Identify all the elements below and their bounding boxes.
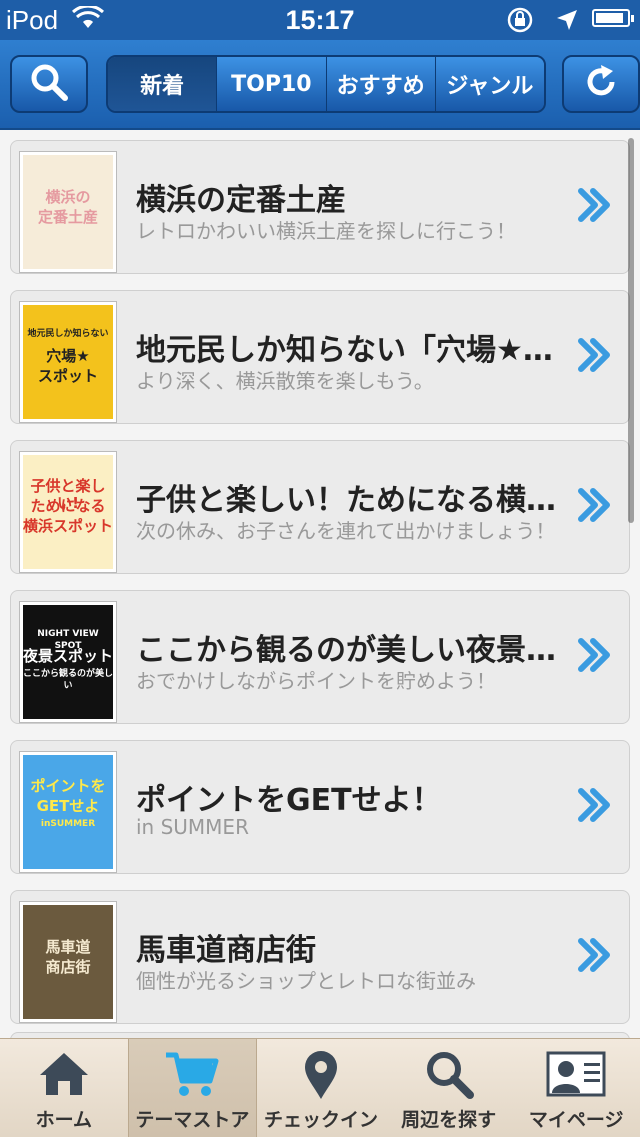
chevron-right-icon [577,635,613,679]
search-icon [29,62,69,106]
theme-subtitle: in SUMMER [136,815,249,839]
tab-label: マイページ [528,1109,624,1131]
rotation-lock-icon [506,7,536,38]
thumbnail-lettering: 横浜の [45,188,91,206]
theme-subtitle: 次の休み、お子さんを連れて出かけましょう！ [136,519,556,543]
tab-theme-store[interactable]: テーマストア [127,1039,258,1137]
thumbnail-lettering: inSUMMER [40,819,96,829]
theme-card[interactable]: ポイントを GETせよ inSUMMER ポイントをGETせよ！ in SUMMER [10,740,630,874]
thumbnail-lettering: 地元民しか知らない [27,329,109,339]
theme-card[interactable]: 地元民しか知らない穴場★ スポット 地元民しか知らない「穴場★スポット」 より深く… [10,290,630,424]
chevron-right-icon [577,185,613,229]
segment-label: 新着 [140,74,185,99]
tab-label: ホーム [35,1109,93,1131]
theme-subtitle: おでかけしながらポイントを貯めよう！ [136,669,496,693]
theme-card[interactable]: 馬車道 商店街 馬車道商店街 個性が光るショップとレトロな街並み [10,890,630,1024]
tab-checkin[interactable]: チェックイン [257,1039,385,1137]
theme-title: 横浜の定番土産 [136,183,346,218]
thumbnail-lettering: ポイントを [30,777,106,795]
segment-genre[interactable]: ジャンル [434,57,544,111]
refresh-icon [582,63,620,105]
home-icon [0,1049,128,1099]
thumbnail-lettering: GETせよ [36,797,100,815]
nav-bar: 新着 TOP10 おすすめ ジャンル [0,40,640,130]
theme-title: 馬車道商店街 [136,933,316,968]
segment-label: おすすめ [336,74,425,99]
map-pin-icon [257,1049,385,1101]
chevron-right-icon [577,935,613,979]
thumbnail-lettering: 商店街 [45,958,91,976]
theme-list[interactable]: 横浜の 定番土産 横浜の定番土産 レトロかわいい横浜土産を探しに行こう！ 地元民し… [0,130,640,1038]
theme-card[interactable]: NIGHT VIEW SPOT 夜景スポット ここから観るのが美しい ここから観るの… [10,590,630,724]
theme-title: ここから観るのが美しい夜景スポット [136,633,556,668]
battery-icon [592,9,634,27]
theme-thumbnail: 地元民しか知らない穴場★ スポット [19,301,117,423]
thumbnail-lettering: スポット [37,367,98,385]
search-icon [385,1049,513,1099]
segment-label: TOP10 [231,71,312,97]
thumbnail-lettering: ここから観るのが美しい [23,669,113,691]
cart-icon [129,1049,257,1099]
theme-card[interactable]: 子供と楽しい!ためになる横浜スポット 子供と楽しい！ためになる横浜スポット 次の… [10,440,630,574]
search-button[interactable] [10,55,88,113]
theme-thumbnail: 馬車道 商店街 [19,901,117,1023]
thumbnail-lettering: 穴場★ [46,347,90,365]
thumbnail-lettering: ためになる [30,497,106,515]
theme-thumbnail: 子供と楽しい! ためになる 横浜スポット [19,451,117,573]
profile-card-icon [512,1049,640,1099]
thumbnail-lettering: 馬車道 [45,938,91,956]
tab-label: 周辺を探す [401,1109,497,1131]
theme-title: ポイントをGETせよ！ [136,783,442,818]
theme-thumbnail: ポイントを GETせよ inSUMMER [19,751,117,873]
theme-subtitle: 個性が光るショップとレトロな街並み [136,969,476,993]
tab-nearby[interactable]: 周辺を探す [385,1039,513,1137]
tab-mypage[interactable]: マイページ [512,1039,640,1137]
segment-label: ジャンル [446,74,534,99]
segment-top10[interactable]: TOP10 [216,57,326,111]
thumbnail-lettering: 定番土産 [37,208,98,226]
theme-card[interactable]: 横浜の 定番土産 横浜の定番土産 レトロかわいい横浜土産を探しに行こう！ [10,140,630,274]
theme-subtitle: より深く、横浜散策を楽しもう。 [136,369,434,393]
status-time: 15:17 [285,5,355,35]
theme-title: 子供と楽しい！ためになる横浜スポット [136,483,556,518]
thumbnail-lettering: 横浜スポット [23,517,113,535]
segmented-control: 新着 TOP10 おすすめ ジャンル [106,55,546,113]
theme-title: 地元民しか知らない「穴場★スポット」 [136,333,556,368]
chevron-right-icon [577,485,613,529]
theme-subtitle: レトロかわいい横浜土産を探しに行こう！ [136,219,516,243]
tab-label: テーマストア [135,1109,250,1131]
chevron-right-icon [577,335,613,379]
theme-thumbnail: 横浜の 定番土産 [19,151,117,273]
segment-recommended[interactable]: おすすめ [325,57,435,111]
location-arrow-icon [555,8,579,37]
thumbnail-lettering: 夜景スポット [23,647,113,665]
refresh-button[interactable] [562,55,640,113]
segment-new[interactable]: 新着 [108,57,217,111]
status-bar: iPod 15:17 [0,0,640,40]
tab-home[interactable]: ホーム [0,1039,128,1137]
scrollbar[interactable] [628,138,634,523]
theme-thumbnail: NIGHT VIEW SPOT 夜景スポット ここから観るのが美しい [19,601,117,723]
tab-bar: ホーム テーマストア チェックイン 周辺を探す マイページ [0,1038,640,1137]
chevron-right-icon [577,785,613,829]
tab-label: チェックイン [263,1109,378,1131]
